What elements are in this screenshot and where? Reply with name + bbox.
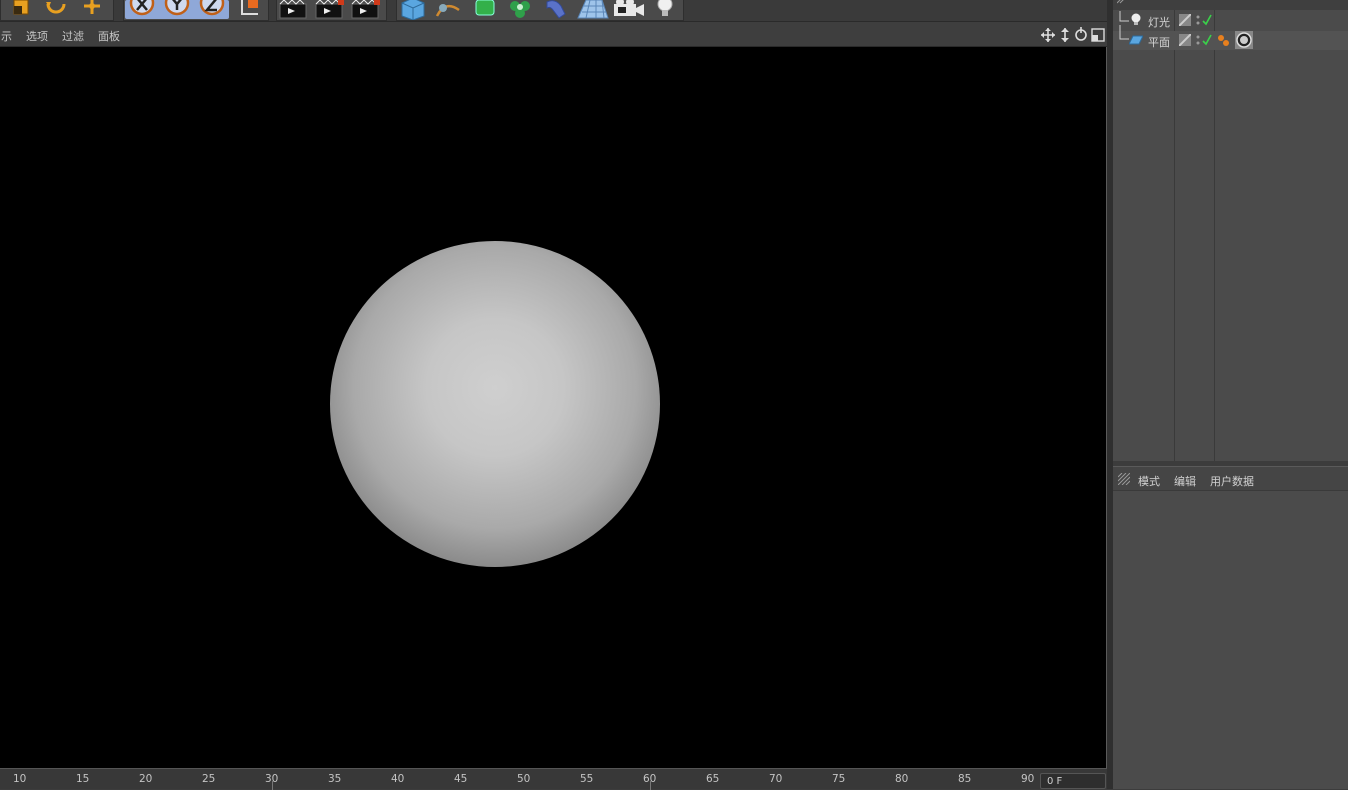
scale-icon bbox=[13, 0, 29, 15]
menu-panel[interactable]: 面板 bbox=[98, 28, 120, 44]
enabled-check-icon[interactable] bbox=[1202, 34, 1212, 46]
timeline-tick: 10 bbox=[13, 773, 27, 785]
material-tag-icon[interactable] bbox=[1235, 31, 1253, 49]
enabled-check-icon[interactable] bbox=[1202, 14, 1212, 26]
z-axis-icon bbox=[199, 0, 225, 16]
visibility-dots-icon[interactable] bbox=[1195, 34, 1201, 48]
menu-mode[interactable]: 模式 bbox=[1138, 473, 1160, 489]
object-name[interactable]: 灯光 bbox=[1148, 14, 1170, 30]
camera-icon bbox=[614, 0, 644, 16]
timeline-tick: 70 bbox=[769, 773, 783, 785]
grip-icon[interactable] bbox=[1118, 473, 1130, 485]
object-row-light[interactable]: 灯光 bbox=[1113, 11, 1348, 30]
timeline-tick: 65 bbox=[706, 773, 720, 785]
timeline-tick: 50 bbox=[517, 773, 531, 785]
viewport-zoom-icon[interactable] bbox=[1058, 28, 1072, 42]
light-icon bbox=[1131, 13, 1141, 25]
grip-icon bbox=[1117, 0, 1124, 4]
viewport-menu-bar: 示 选项 过滤 面板 bbox=[0, 22, 1110, 47]
timeline-tick: 80 bbox=[895, 773, 909, 785]
timeline-tick: 90 bbox=[1021, 773, 1035, 785]
cube-icon bbox=[401, 0, 425, 21]
compositing-tag-icon[interactable] bbox=[1217, 34, 1231, 48]
layer-color-icon[interactable] bbox=[1179, 34, 1191, 46]
lightbulb-icon bbox=[657, 0, 673, 16]
timeline-tick: 15 bbox=[76, 773, 90, 785]
camera-button[interactable] bbox=[612, 0, 646, 19]
viewport-rotate-icon[interactable] bbox=[1074, 27, 1088, 42]
z-axis-button[interactable] bbox=[197, 0, 227, 19]
object-manager: 灯光 平面 bbox=[1113, 0, 1348, 461]
menu-display[interactable]: 示 bbox=[1, 28, 12, 44]
column-separator bbox=[1174, 10, 1175, 461]
timeline-tick: 35 bbox=[328, 773, 342, 785]
clapboard-icon bbox=[351, 0, 380, 19]
menu-user-data[interactable]: 用户数据 bbox=[1210, 473, 1254, 489]
bend-deformer-icon bbox=[546, 0, 566, 19]
subdivision-icon bbox=[475, 0, 495, 16]
menu-filter[interactable]: 过滤 bbox=[62, 28, 84, 44]
light-button[interactable] bbox=[650, 0, 680, 19]
main-toolbar bbox=[0, 0, 1110, 22]
cloner-icon bbox=[510, 1, 530, 18]
viewport-pan-icon[interactable] bbox=[1041, 28, 1055, 42]
cube-button[interactable] bbox=[398, 0, 428, 21]
timeline-tick: 25 bbox=[202, 773, 216, 785]
object-manager-header bbox=[1113, 0, 1348, 10]
timeline-tick: 55 bbox=[580, 773, 594, 785]
deformer-button[interactable] bbox=[541, 0, 571, 19]
floor-grid-icon bbox=[577, 0, 609, 19]
timeline-tick: 20 bbox=[139, 773, 153, 785]
object-row-plane[interactable]: 平面 bbox=[1113, 25, 1348, 50]
render-view-button[interactable] bbox=[278, 0, 310, 19]
layer-color-icon[interactable] bbox=[1179, 14, 1191, 26]
y-axis-icon bbox=[164, 0, 190, 16]
viewport-maximize-icon[interactable] bbox=[1091, 27, 1105, 42]
rendered-sphere bbox=[330, 241, 660, 567]
object-name[interactable]: 平面 bbox=[1148, 34, 1170, 50]
move-tool-button[interactable] bbox=[78, 0, 106, 19]
clapboard-icon bbox=[279, 0, 307, 19]
spline-pen-button[interactable] bbox=[433, 0, 465, 19]
timeline-ruler[interactable]: 10 15 20 25 30 35 40 45 50 55 60 65 70 7… bbox=[0, 768, 1110, 790]
attribute-menu-bar: 模式 编辑 用户数据 bbox=[1113, 466, 1348, 491]
plane-icon bbox=[1129, 35, 1143, 45]
current-frame-value: 0 F bbox=[1047, 776, 1063, 787]
timeline-tick: 40 bbox=[391, 773, 405, 785]
subdivision-surface-button[interactable] bbox=[470, 0, 500, 19]
timeline-tick: 45 bbox=[454, 773, 468, 785]
scale-tool-button[interactable] bbox=[6, 0, 34, 19]
x-axis-button[interactable] bbox=[127, 0, 157, 19]
menu-options[interactable]: 选项 bbox=[26, 28, 48, 44]
move-icon bbox=[84, 0, 100, 14]
timeline-tick: 85 bbox=[958, 773, 972, 785]
visibility-dots-icon[interactable] bbox=[1195, 14, 1201, 28]
cloner-button[interactable] bbox=[505, 0, 537, 19]
rotate-icon bbox=[46, 2, 66, 14]
3d-viewport[interactable] bbox=[0, 47, 1107, 768]
column-separator bbox=[1214, 10, 1215, 461]
menu-edit[interactable]: 编辑 bbox=[1174, 473, 1196, 489]
y-axis-button[interactable] bbox=[162, 0, 192, 19]
pen-icon bbox=[435, 4, 460, 17]
current-frame-field[interactable]: 0 F bbox=[1040, 773, 1106, 789]
timeline-tick: 75 bbox=[832, 773, 846, 785]
floor-button[interactable] bbox=[576, 0, 610, 19]
clapboard-icon bbox=[315, 0, 344, 19]
x-axis-icon bbox=[129, 0, 155, 16]
render-settings-button[interactable] bbox=[350, 0, 382, 19]
attribute-manager bbox=[1113, 466, 1348, 789]
coordinate-system-button[interactable] bbox=[236, 0, 264, 19]
rotate-tool-button[interactable] bbox=[42, 0, 70, 19]
coordinate-icon bbox=[241, 0, 258, 15]
render-picture-viewer-button[interactable] bbox=[314, 0, 346, 19]
